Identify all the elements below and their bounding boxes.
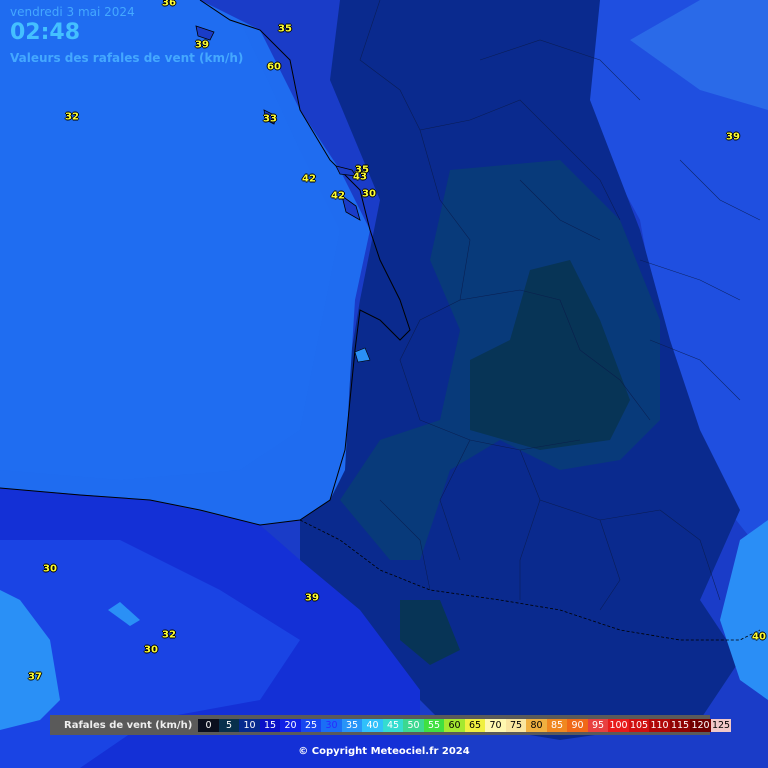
legend-swatch: 10 <box>239 718 260 732</box>
legend-swatch: 60 <box>444 718 465 732</box>
gust-value-label: 39 <box>726 131 740 143</box>
legend-swatch: 90 <box>567 718 588 732</box>
copyright-notice: © Copyright Meteociel.fr 2024 <box>298 746 470 757</box>
gust-value-label: 35 <box>278 23 292 35</box>
legend-swatch: 80 <box>526 718 547 732</box>
gust-value-label: 30 <box>144 644 158 656</box>
legend-swatches: 0 5 10 15 20 25 30 35 40 45 50 55 60 65 70 75 80 85 90 95 10… <box>198 718 732 732</box>
legend-swatch: 75 <box>505 718 527 732</box>
gust-value-label: 30 <box>43 563 57 575</box>
legend-swatch: 95 <box>587 718 609 732</box>
gust-value-label: 39 <box>305 592 319 604</box>
gust-value-label: 39 <box>195 39 209 51</box>
map-subtitle: Valeurs des rafales de vent (km/h) <box>10 51 244 65</box>
legend-swatch: 85 <box>546 718 568 732</box>
gust-value-label: 30 <box>362 188 376 200</box>
gust-value-label: 60 <box>267 61 281 73</box>
forecast-date: vendredi 3 mai 2024 <box>10 5 135 19</box>
gust-value-label: 32 <box>65 111 79 123</box>
forecast-time: 02:48 <box>10 20 81 45</box>
legend-swatch: 55 <box>423 718 445 732</box>
legend-swatch: 0 <box>198 718 219 732</box>
map-background <box>0 0 768 768</box>
legend-swatch: 30 <box>321 718 342 732</box>
legend-swatch: 15 <box>259 718 281 732</box>
gust-value-label: 37 <box>28 671 42 683</box>
legend-swatch: 70 <box>485 718 506 732</box>
legend-swatch: 120 <box>690 718 711 732</box>
gust-value-label: 32 <box>162 629 176 641</box>
legend-swatch: 125 <box>710 718 732 732</box>
legend-swatch: 5 <box>218 718 240 732</box>
legend-swatch: 25 <box>300 718 322 732</box>
wind-gust-map: vendredi 3 mai 2024 02:48 Valeurs des ra… <box>0 0 768 768</box>
legend-swatch: 65 <box>464 718 486 732</box>
legend-title: Rafales de vent (km/h) <box>64 719 193 731</box>
legend-swatch: 105 <box>628 718 650 732</box>
legend-swatch: 115 <box>669 718 691 732</box>
gust-value-label: 33 <box>263 113 277 125</box>
legend-swatch: 50 <box>403 718 424 732</box>
gust-value-label: 40 <box>752 631 766 643</box>
legend-swatch: 35 <box>341 718 363 732</box>
legend-swatch: 40 <box>362 718 383 732</box>
gust-value-label: 42 <box>331 190 345 202</box>
legend-swatch: 20 <box>280 718 301 732</box>
legend-swatch: 110 <box>649 718 670 732</box>
color-scale-legend: Rafales de vent (km/h) 0 5 10 15 20 25 30 35 40 4… <box>50 715 732 735</box>
legend-swatch: 45 <box>382 718 404 732</box>
gust-value-label: 42 <box>302 173 316 185</box>
gust-value-label: 43 <box>353 171 367 183</box>
legend-swatch: 100 <box>608 718 629 732</box>
gust-value-label: 36 <box>162 0 176 9</box>
